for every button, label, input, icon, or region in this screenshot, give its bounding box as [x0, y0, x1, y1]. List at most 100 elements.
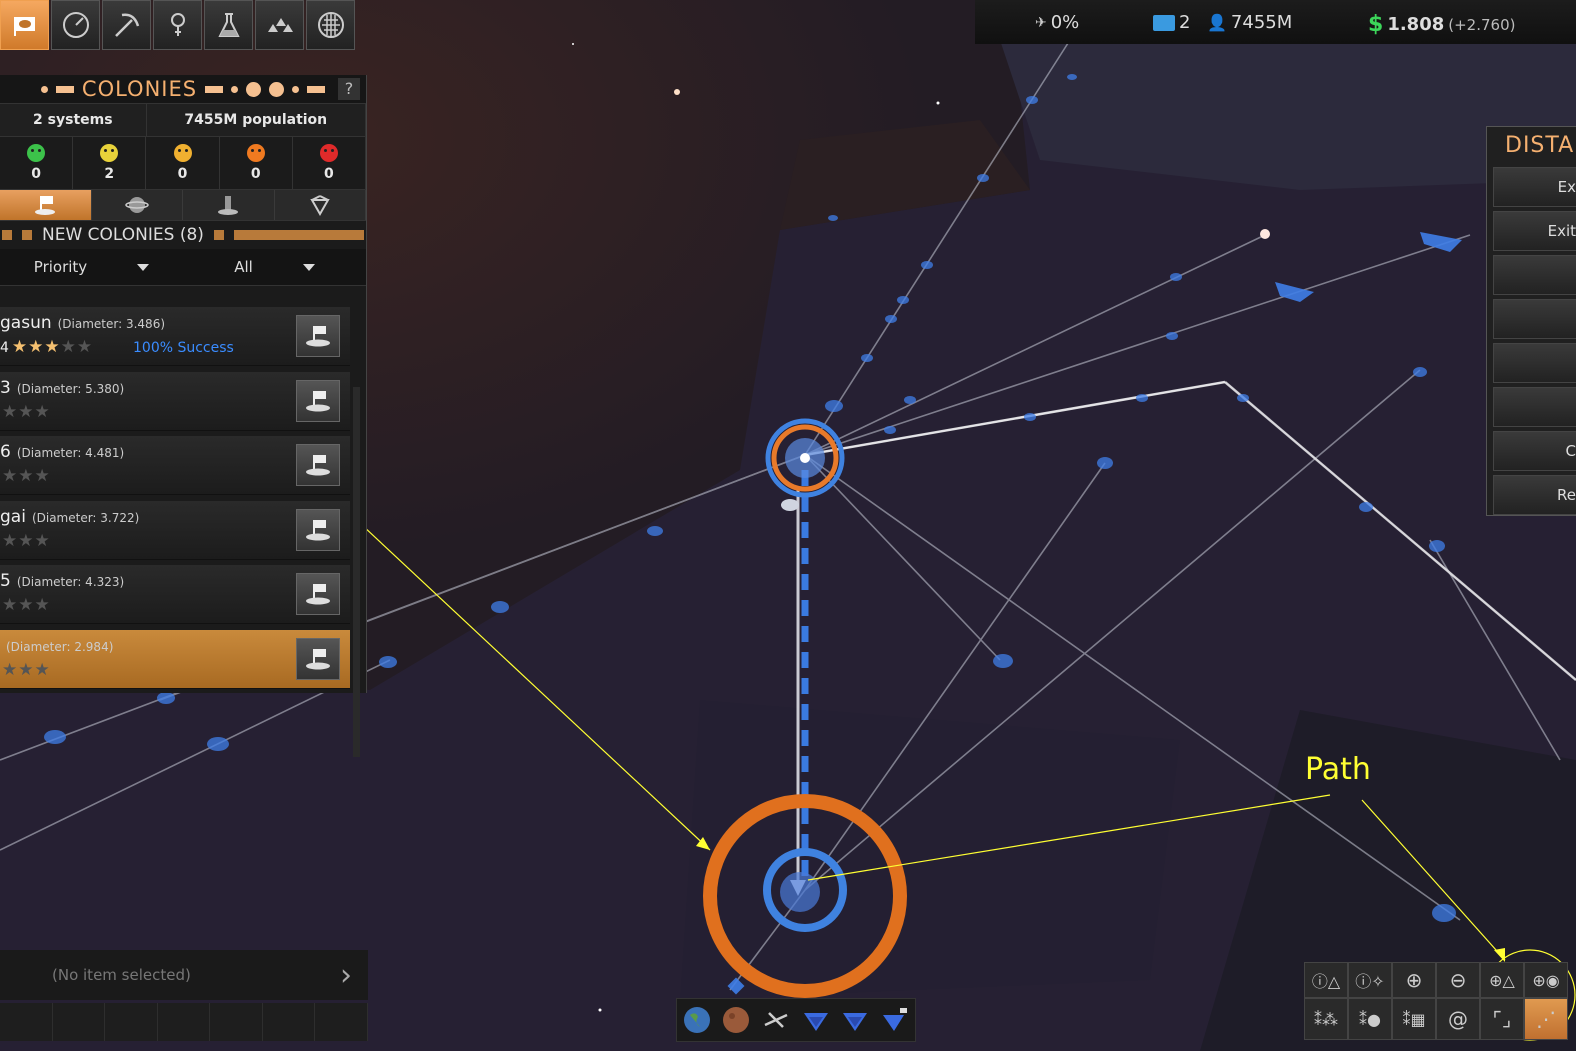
- title-decor: [55, 85, 74, 93]
- money-income: (+2.760): [1448, 15, 1516, 34]
- colony-name: gai (Diameter: 3.722): [0, 507, 139, 527]
- quick-slot[interactable]: [105, 1003, 158, 1041]
- zoom-out-button[interactable]: ⊖: [1436, 962, 1480, 998]
- ship-flag-button[interactable]: [879, 1004, 911, 1036]
- colony-row[interactable]: (Diameter: 2.984) ★★★: [0, 629, 350, 689]
- influence-stat[interactable]: ✈ 0%: [1035, 12, 1079, 33]
- help-button[interactable]: ?: [338, 78, 360, 100]
- colony-list: gasun (Diameter: 3.486) 4 ★★★★★ 100% Success…: [0, 307, 350, 694]
- quick-slot[interactable]: [210, 1003, 263, 1041]
- mood-0[interactable]: 0: [0, 137, 74, 189]
- mood-3[interactable]: 0: [220, 137, 293, 189]
- galaxy-button[interactable]: @: [1436, 998, 1480, 1040]
- satellite-button[interactable]: [760, 1004, 792, 1036]
- filter-b-icon: ⓘ✧: [1355, 972, 1385, 991]
- money-stat[interactable]: $ 1.808 (+2.760): [1368, 12, 1515, 37]
- zoom-system-button[interactable]: ⊕◉: [1524, 962, 1568, 998]
- quick-slot[interactable]: [262, 1003, 316, 1041]
- distance-option-button[interactable]: C: [1493, 431, 1576, 471]
- star-icon: ★: [34, 595, 51, 615]
- mars-icon: [723, 1007, 750, 1033]
- sort-dropdown[interactable]: Priority: [0, 258, 183, 276]
- list-scrollbar[interactable]: [353, 387, 360, 757]
- empire-button[interactable]: [306, 0, 355, 50]
- colony-row[interactable]: gasun (Diameter: 3.486) 4 ★★★★★ 100% Success: [0, 307, 350, 366]
- earth-button[interactable]: [681, 1004, 713, 1036]
- quick-slot[interactable]: [0, 1003, 53, 1041]
- colonize-button[interactable]: [296, 573, 340, 615]
- systems-count: 2 systems: [0, 104, 147, 136]
- distance-option-button[interactable]: Ex: [1493, 167, 1576, 207]
- fleet-button[interactable]: [800, 1004, 832, 1036]
- influence-value: 0%: [1050, 12, 1080, 33]
- distance-option-button[interactable]: Re: [1493, 475, 1576, 515]
- earth-icon: [683, 1007, 710, 1033]
- population-stat[interactable]: 👤 7455M: [1207, 12, 1292, 33]
- path-icon: ⋰: [1536, 1007, 1556, 1031]
- title-decor: [292, 85, 300, 93]
- show-stats-button[interactable]: ⁑▦: [1392, 998, 1436, 1040]
- zoom-in-button[interactable]: ⊕: [1392, 962, 1436, 998]
- colony-row[interactable]: 5 (Diameter: 4.323) ★★★: [0, 565, 350, 624]
- research-tracker-button[interactable]: [153, 0, 202, 50]
- research-button[interactable]: [204, 0, 253, 50]
- star-system[interactable]: [1260, 229, 1270, 239]
- tab-resources[interactable]: [274, 190, 366, 220]
- quick-slot[interactable]: [157, 1003, 211, 1041]
- systems-stat[interactable]: 2: [1153, 12, 1190, 33]
- section-decor: [233, 230, 364, 240]
- mood-1[interactable]: 2: [73, 137, 147, 189]
- grid-globe-icon: [317, 12, 344, 38]
- selection-bar[interactable]: (No item selected) ›: [0, 950, 368, 1000]
- person-icon: 👤: [1207, 13, 1227, 32]
- colony-row[interactable]: 6 (Diameter: 4.481) ★★★: [0, 436, 350, 495]
- galaxy-icon: @: [1448, 1007, 1468, 1031]
- quick-slot[interactable]: [315, 1003, 369, 1041]
- filter-b-button[interactable]: ⓘ✧: [1348, 962, 1392, 998]
- quick-slot[interactable]: [52, 1003, 106, 1041]
- distance-option-button[interactable]: [1493, 387, 1576, 427]
- colonize-button[interactable]: [296, 315, 340, 357]
- mood-2[interactable]: 0: [146, 137, 220, 189]
- mood-summary: 0 2 0 0 0: [0, 137, 367, 190]
- star-icon: ★: [60, 337, 77, 357]
- show-grid-button[interactable]: ⁑⁂: [1304, 998, 1348, 1040]
- resources-button[interactable]: [102, 0, 151, 50]
- path-button[interactable]: ⋰: [1524, 998, 1568, 1040]
- title-decor: [40, 85, 48, 93]
- distance-option-button[interactable]: Exit: [1493, 211, 1576, 251]
- colonize-button[interactable]: [296, 637, 340, 680]
- policies-button[interactable]: [51, 0, 100, 50]
- mood-count: 0: [250, 166, 261, 182]
- colonize-button[interactable]: [296, 444, 340, 486]
- tab-outposts[interactable]: [183, 190, 275, 220]
- panel-title: COLONIES: [81, 77, 198, 101]
- colony-name: 3 (Diameter: 5.380): [0, 378, 124, 398]
- fleet-button-2[interactable]: [839, 1004, 871, 1036]
- fleet-marker[interactable]: [781, 499, 799, 511]
- recenter-button[interactable]: ⌜⌟: [1480, 998, 1524, 1040]
- colony-rating: ★★★: [0, 595, 51, 615]
- colony-diameter: (Diameter: 5.380): [16, 381, 125, 396]
- colony-row[interactable]: 3 (Diameter: 5.380) ★★★: [0, 371, 350, 431]
- show-planets-button[interactable]: ⁑●: [1348, 998, 1392, 1040]
- distance-option-button[interactable]: [1493, 299, 1576, 339]
- filter-dropdown[interactable]: All: [183, 258, 366, 276]
- happy-face-icon: [100, 144, 119, 162]
- colonies-button[interactable]: [0, 0, 49, 50]
- colonize-button[interactable]: [296, 508, 340, 551]
- distance-option-button[interactable]: [1493, 255, 1576, 295]
- fleets-button[interactable]: [255, 0, 304, 50]
- zoom-fit-button[interactable]: ⊕△: [1480, 962, 1524, 998]
- tab-new-colonies[interactable]: [0, 190, 92, 220]
- fleet-blue-icon: [803, 1013, 828, 1031]
- distance-option-button[interactable]: [1493, 343, 1576, 383]
- colony-row[interactable]: gai (Diameter: 3.722) ★★★: [0, 500, 350, 560]
- tab-planets[interactable]: [91, 190, 183, 220]
- filter-a-button[interactable]: ⓘ△: [1304, 962, 1348, 998]
- colonize-button[interactable]: [296, 379, 340, 422]
- mood-4[interactable]: 0: [293, 137, 367, 189]
- chevron-right-icon[interactable]: ›: [340, 958, 352, 993]
- star-icon: ★: [18, 659, 35, 680]
- mars-button[interactable]: [720, 1004, 752, 1036]
